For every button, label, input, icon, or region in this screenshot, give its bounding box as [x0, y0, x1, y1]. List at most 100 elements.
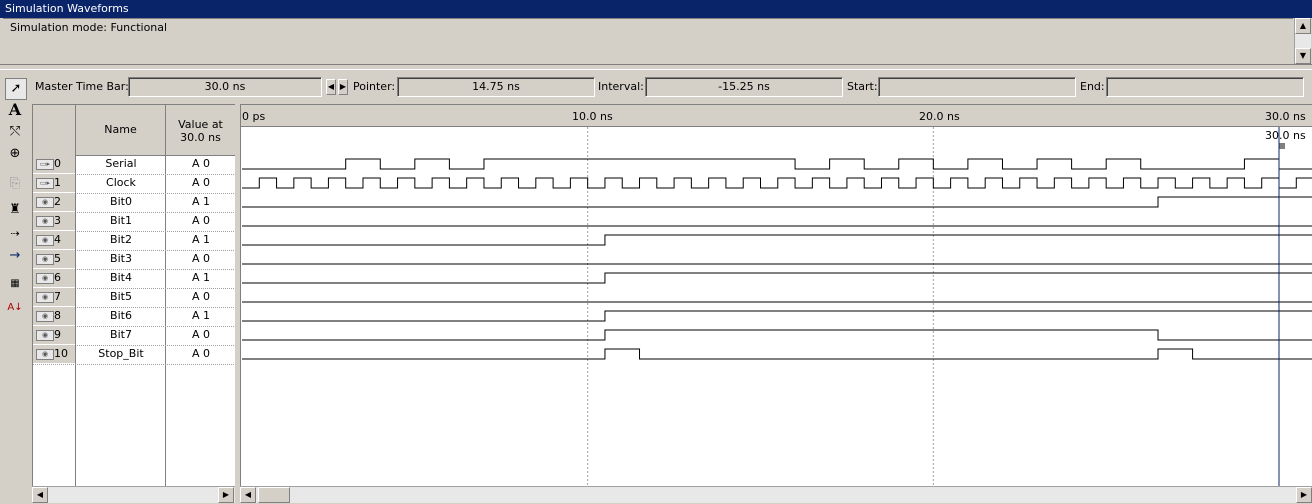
value-column-header[interactable]: Value at 30.0 ns: [166, 105, 236, 156]
start-label: Start:: [847, 80, 878, 93]
end-field[interactable]: [1106, 77, 1304, 97]
go-to-icon[interactable]: →: [5, 246, 25, 266]
node-number-cell[interactable]: ◉ 4: [33, 231, 76, 249]
waveform-clock[interactable]: [242, 177, 1312, 189]
node-name[interactable]: Bit3: [77, 252, 165, 265]
scroll-left-arrow-icon[interactable]: ◀: [32, 487, 48, 503]
sort-icon[interactable]: A↓: [5, 298, 25, 318]
interval-label: Interval:: [598, 80, 644, 93]
selection-tool-icon[interactable]: ➚: [5, 78, 27, 100]
node-name[interactable]: Bit6: [77, 309, 165, 322]
node-number: 9: [54, 328, 61, 341]
node-number: 8: [54, 309, 61, 322]
node-row[interactable]: ◉ 6 Bit4 A 1: [33, 269, 236, 289]
output-pin-icon: ◉: [36, 311, 54, 322]
waveform-hscrollbar[interactable]: ◀ ▶: [240, 486, 1312, 503]
node-value: A 0: [191, 347, 211, 360]
node-number: 10: [54, 347, 68, 360]
waveform-display[interactable]: 0 ps 10.0 ns 20.0 ns 30.0 ns 30.0 ns: [240, 104, 1312, 487]
waveform-bit0[interactable]: [242, 196, 1312, 208]
copy-icon[interactable]: ⎘: [5, 174, 25, 194]
node-row[interactable]: ◉ 8 Bit6 A 1: [33, 307, 236, 327]
waveform-bit7[interactable]: [242, 329, 1312, 341]
node-list-hscrollbar[interactable]: ◀ ▶: [32, 486, 235, 503]
input-pin-icon: ▭▸: [36, 178, 54, 189]
pointer-field[interactable]: 14.75 ns: [397, 77, 595, 97]
scroll-right-arrow-icon[interactable]: ▶: [218, 487, 234, 503]
waveform-serial[interactable]: [242, 158, 1312, 170]
master-next-arrow-icon[interactable]: ▶: [338, 79, 348, 95]
master-prev-arrow-icon[interactable]: ◀: [326, 79, 336, 95]
node-row[interactable]: ◉ 3 Bit1 A 0: [33, 212, 236, 232]
node-value: A 1: [191, 195, 211, 208]
find-next-icon[interactable]: ⇢: [5, 224, 25, 244]
output-pin-icon: ◉: [36, 235, 54, 246]
node-row[interactable]: ◉ 7 Bit5 A 0: [33, 288, 236, 308]
node-number: 5: [54, 252, 61, 265]
node-number: 2: [54, 195, 61, 208]
node-number: 1: [54, 176, 61, 189]
time-toolbar: Master Time Bar: 30.0 ns ◀ ▶ Pointer: 14…: [0, 70, 1312, 102]
node-number-cell[interactable]: ◉ 8: [33, 307, 76, 325]
node-number-cell[interactable]: ◉ 5: [33, 250, 76, 268]
node-number-header: [33, 105, 76, 156]
waveform-bit2[interactable]: [242, 234, 1312, 246]
scroll-thumb[interactable]: [258, 487, 290, 503]
node-name[interactable]: Bit7: [77, 328, 165, 341]
snap-to-grid-icon[interactable]: ▦: [5, 274, 25, 294]
node-name[interactable]: Stop_Bit: [77, 347, 165, 360]
waveform-stop_bit[interactable]: [242, 348, 1312, 360]
waveform-bit4[interactable]: [242, 272, 1312, 284]
node-name[interactable]: Bit5: [77, 290, 165, 303]
node-number-cell[interactable]: ◉ 10: [33, 345, 76, 363]
start-field[interactable]: [878, 77, 1076, 97]
node-number-cell[interactable]: ▭▸ 1: [33, 174, 76, 192]
node-row[interactable]: ◉ 9 Bit7 A 0: [33, 326, 236, 346]
node-row[interactable]: ◉ 10 Stop_Bit A 0: [33, 345, 236, 365]
node-value: A 0: [191, 328, 211, 341]
node-value: A 0: [191, 176, 211, 189]
interval-field[interactable]: -15.25 ns: [645, 77, 843, 97]
output-pin-icon: ◉: [36, 349, 54, 360]
node-number-cell[interactable]: ◉ 7: [33, 288, 76, 306]
zoom-tool-icon[interactable]: ⊕: [5, 144, 25, 164]
simulation-mode-text: Simulation mode: Functional: [10, 21, 168, 34]
node-number-cell[interactable]: ◉ 6: [33, 269, 76, 287]
node-name[interactable]: Serial: [77, 157, 165, 170]
text-tool-icon[interactable]: A: [5, 100, 25, 120]
node-row[interactable]: ◉ 4 Bit2 A 1: [33, 231, 236, 251]
node-number: 0: [54, 157, 61, 170]
waveform-canvas[interactable]: [241, 105, 1312, 487]
node-row[interactable]: ◉ 5 Bit3 A 0: [33, 250, 236, 270]
waveform-tools: ➚ A ⤲ ⊕ ⎘ ♜ ⇢ → ▦ A↓: [3, 76, 27, 406]
node-number-cell[interactable]: ◉ 3: [33, 212, 76, 230]
waveform-editing-tool-icon[interactable]: ⤲: [5, 122, 25, 142]
node-name[interactable]: Bit2: [77, 233, 165, 246]
mode-panel-scrollbar[interactable]: ▲ ▼: [1294, 18, 1311, 64]
node-list: Name Value at 30.0 ns ▭▸ 0 Serial A 0 ▭▸ 1 Clo…: [32, 104, 236, 487]
node-row[interactable]: ◉ 2 Bit0 A 1: [33, 193, 236, 213]
find-icon[interactable]: ♜: [5, 200, 25, 220]
node-name[interactable]: Clock: [77, 176, 165, 189]
node-name[interactable]: Bit0: [77, 195, 165, 208]
master-time-bar-field[interactable]: 30.0 ns: [128, 77, 322, 97]
node-number-cell[interactable]: ▭▸ 0: [33, 155, 76, 173]
node-name[interactable]: Bit4: [77, 271, 165, 284]
node-row[interactable]: ▭▸ 1 Clock A 0: [33, 174, 236, 194]
output-pin-icon: ◉: [36, 292, 54, 303]
node-name[interactable]: Bit1: [77, 214, 165, 227]
scroll-up-arrow-icon[interactable]: ▲: [1295, 18, 1311, 34]
node-value: A 1: [191, 309, 211, 322]
scroll-down-arrow-icon[interactable]: ▼: [1295, 48, 1311, 64]
node-number-cell[interactable]: ◉ 2: [33, 193, 76, 211]
node-value: A 0: [191, 252, 211, 265]
node-number-cell[interactable]: ◉ 9: [33, 326, 76, 344]
pointer-label: Pointer:: [353, 80, 396, 93]
master-time-bar-label: Master Time Bar:: [35, 80, 129, 93]
node-row[interactable]: ▭▸ 0 Serial A 0: [33, 155, 236, 175]
scroll-right-arrow-icon[interactable]: ▶: [1296, 487, 1312, 503]
waveform-bit6[interactable]: [242, 310, 1312, 322]
name-column-header[interactable]: Name: [76, 105, 166, 156]
output-pin-icon: ◉: [36, 330, 54, 341]
scroll-left-arrow-icon[interactable]: ◀: [240, 487, 256, 503]
